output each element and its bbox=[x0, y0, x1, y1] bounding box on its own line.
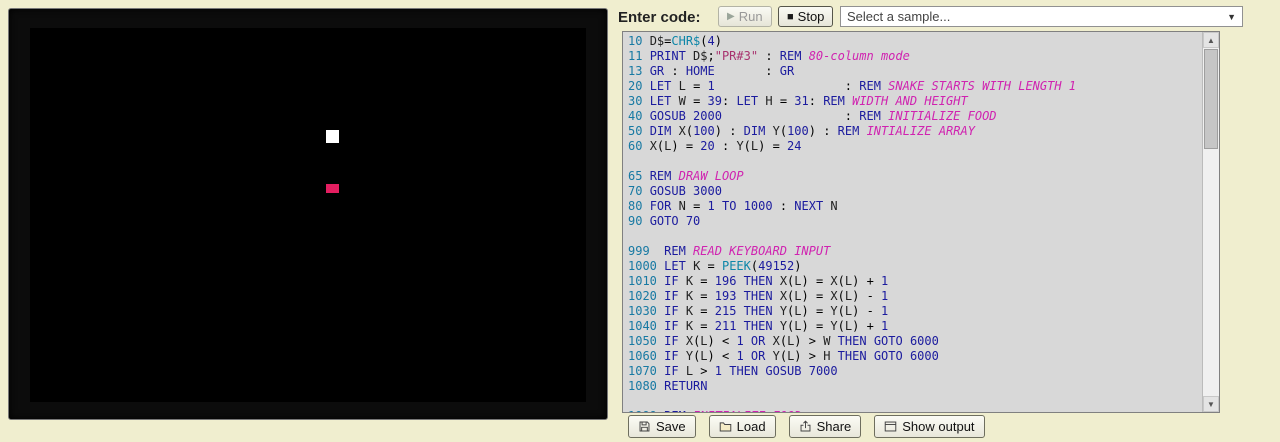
code-line[interactable]: 30 LET W = 39: LET H = 31: REM WIDTH AND… bbox=[628, 94, 1202, 109]
stop-icon: ■ bbox=[787, 11, 794, 23]
run-button[interactable]: ▶ Run bbox=[718, 6, 772, 27]
show-output-button[interactable]: Show output bbox=[874, 415, 984, 438]
code-text[interactable]: 10 D$=CHR$(4)11 PRINT D$;"PR#3" : REM 80… bbox=[623, 32, 1202, 412]
sample-select[interactable]: Select a sample... ▼ bbox=[840, 6, 1243, 27]
code-line[interactable] bbox=[628, 394, 1202, 409]
code-line[interactable] bbox=[628, 229, 1202, 244]
code-line[interactable]: 1000 LET K = PEEK(49152) bbox=[628, 259, 1202, 274]
code-line[interactable]: 65 REM DRAW LOOP bbox=[628, 169, 1202, 184]
code-line[interactable]: 1070 IF L > 1 THEN GOSUB 7000 bbox=[628, 364, 1202, 379]
scrollbar-thumb[interactable] bbox=[1204, 49, 1218, 149]
actions-bar: Save Load Share Show bbox=[628, 415, 985, 438]
scroll-down-button[interactable]: ▼ bbox=[1203, 396, 1219, 412]
toolbar: Enter code: ▶ Run ■ Stop Select a sample… bbox=[618, 6, 1280, 28]
save-button[interactable]: Save bbox=[628, 415, 696, 438]
code-editor[interactable]: 10 D$=CHR$(4)11 PRINT D$;"PR#3" : REM 80… bbox=[622, 31, 1220, 413]
code-line[interactable]: 999 REM READ KEYBOARD INPUT bbox=[628, 244, 1202, 259]
chevron-down-icon: ▼ bbox=[1227, 12, 1236, 22]
code-line[interactable]: 80 FOR N = 1 TO 1000 : NEXT N bbox=[628, 199, 1202, 214]
code-line[interactable]: 70 GOSUB 3000 bbox=[628, 184, 1202, 199]
code-line[interactable]: 50 DIM X(100) : DIM Y(100) : REM INTIALI… bbox=[628, 124, 1202, 139]
save-button-label: Save bbox=[656, 419, 686, 434]
code-line[interactable]: 1040 IF K = 211 THEN Y(L) = Y(L) + 1 bbox=[628, 319, 1202, 334]
code-line[interactable]: 13 GR : HOME : GR bbox=[628, 64, 1202, 79]
code-line[interactable]: 40 GOSUB 2000 : REM INITIALIZE FOOD bbox=[628, 109, 1202, 124]
code-line[interactable]: 1020 IF K = 193 THEN X(L) = X(L) - 1 bbox=[628, 289, 1202, 304]
window-icon bbox=[884, 420, 897, 433]
code-line[interactable]: 90 GOTO 70 bbox=[628, 214, 1202, 229]
play-icon: ▶ bbox=[727, 11, 735, 22]
scroll-up-button[interactable]: ▲ bbox=[1203, 32, 1219, 48]
emulator-screen-bezel bbox=[8, 8, 608, 420]
editor-scrollbar[interactable]: ▲ ▼ bbox=[1202, 32, 1219, 412]
code-line[interactable] bbox=[628, 154, 1202, 169]
code-line[interactable]: 1060 IF Y(L) < 1 OR Y(L) > H THEN GOTO 6… bbox=[628, 349, 1202, 364]
scroll-down-icon: ▼ bbox=[1207, 400, 1215, 409]
emulator-screen[interactable] bbox=[30, 28, 586, 402]
stop-button-label: Stop bbox=[798, 9, 825, 24]
code-line[interactable]: 1999 REM INITIALIZE FOOD bbox=[628, 409, 1202, 412]
share-button-label: Share bbox=[817, 419, 852, 434]
show-output-button-label: Show output bbox=[902, 419, 974, 434]
code-line[interactable]: 1080 RETURN bbox=[628, 379, 1202, 394]
snake-pixel bbox=[326, 184, 339, 193]
enter-code-label: Enter code: bbox=[618, 9, 701, 26]
code-line[interactable]: 11 PRINT D$;"PR#3" : REM 80-column mode bbox=[628, 49, 1202, 64]
floppy-icon bbox=[638, 420, 651, 433]
load-button[interactable]: Load bbox=[709, 415, 776, 438]
folder-icon bbox=[719, 420, 732, 433]
code-line[interactable]: 1030 IF K = 215 THEN Y(L) = Y(L) - 1 bbox=[628, 304, 1202, 319]
code-line[interactable]: 1010 IF K = 196 THEN X(L) = X(L) + 1 bbox=[628, 274, 1202, 289]
scroll-up-icon: ▲ bbox=[1207, 36, 1215, 45]
run-button-label: Run bbox=[739, 9, 763, 24]
code-line[interactable]: 60 X(L) = 20 : Y(L) = 24 bbox=[628, 139, 1202, 154]
code-panel: Enter code: ▶ Run ■ Stop Select a sample… bbox=[618, 0, 1280, 442]
code-line[interactable]: 10 D$=CHR$(4) bbox=[628, 34, 1202, 49]
code-line[interactable]: 1050 IF X(L) < 1 OR X(L) > W THEN GOTO 6… bbox=[628, 334, 1202, 349]
share-button[interactable]: Share bbox=[789, 415, 862, 438]
share-icon bbox=[799, 420, 812, 433]
stop-button[interactable]: ■ Stop bbox=[778, 6, 833, 27]
sample-select-value: Select a sample... bbox=[847, 9, 950, 24]
load-button-label: Load bbox=[737, 419, 766, 434]
code-line[interactable]: 20 LET L = 1 : REM SNAKE STARTS WITH LEN… bbox=[628, 79, 1202, 94]
food-pixel bbox=[326, 130, 339, 143]
